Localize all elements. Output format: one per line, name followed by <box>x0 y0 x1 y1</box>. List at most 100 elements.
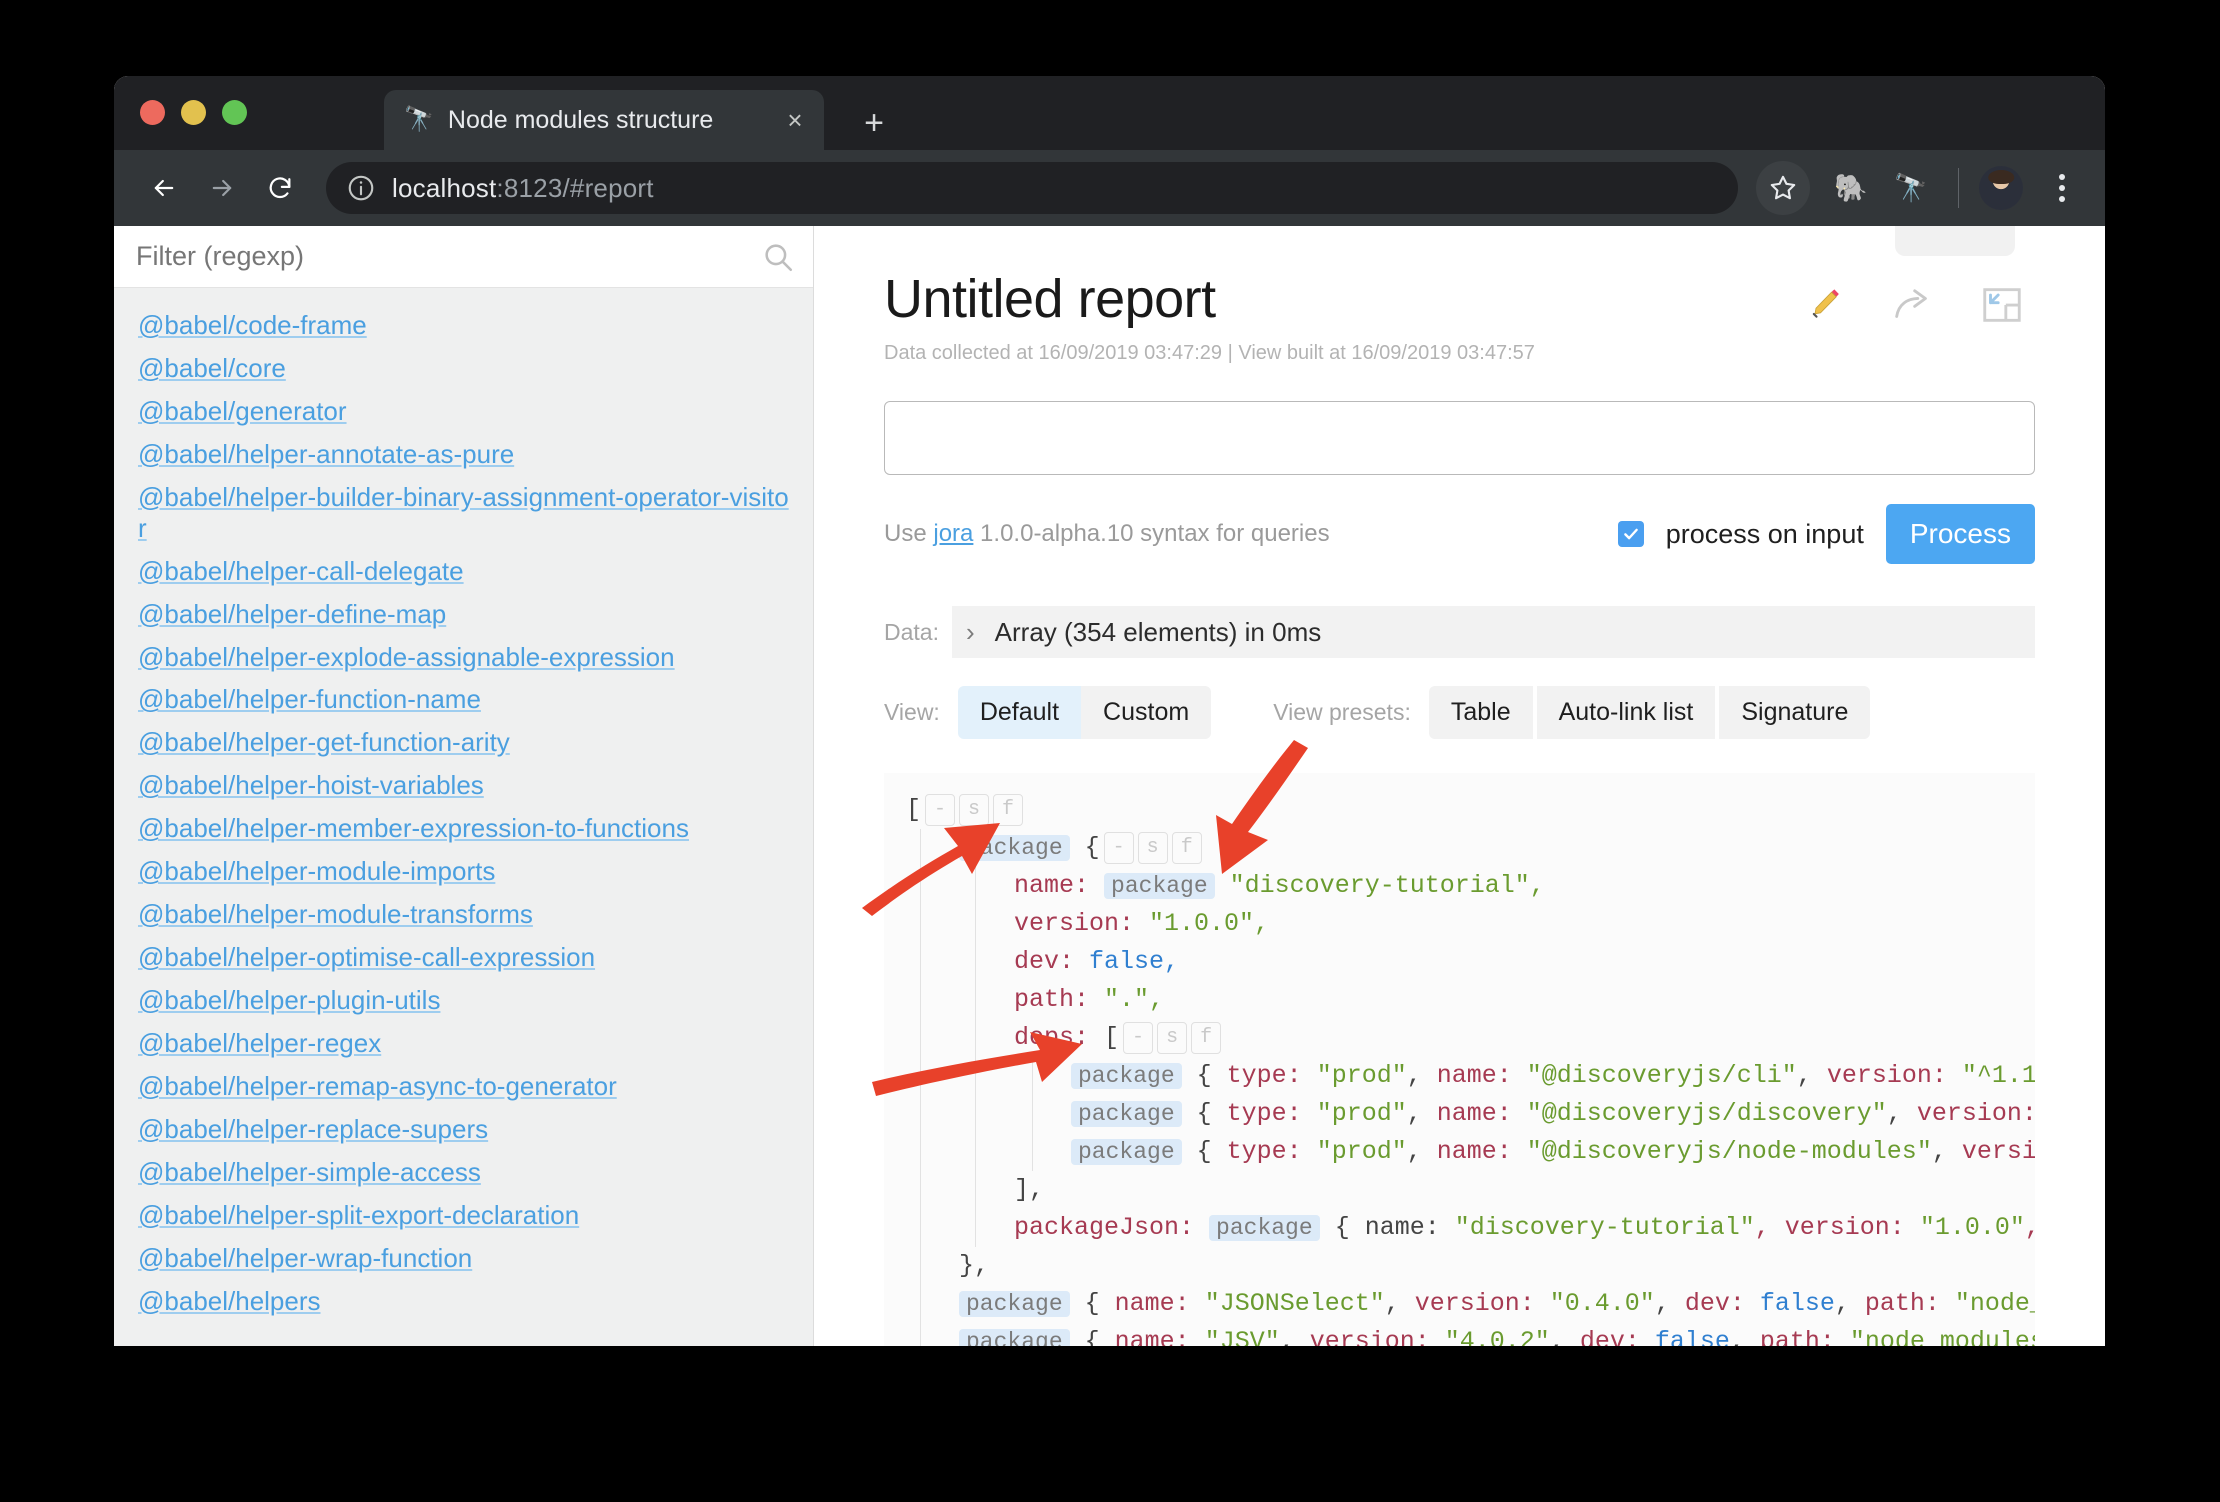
info-icon <box>348 175 374 201</box>
list-item[interactable]: @babel/helper-hoist-variables <box>138 770 789 801</box>
report-timestamps: Data collected at 16/09/2019 03:47:29 | … <box>884 342 1535 364</box>
query-input[interactable] <box>884 401 2035 475</box>
package-badge[interactable]: package <box>959 1329 1070 1346</box>
extension-icon[interactable]: 🐘 <box>1824 172 1878 204</box>
layout-icon[interactable] <box>1979 282 2025 328</box>
struct-dep-row: package { type: "prod", name: "@discover… <box>1071 1133 2035 1171</box>
telescope-extension-icon[interactable]: 🔭 <box>1884 172 1938 204</box>
sort-toggle[interactable]: s <box>1137 832 1168 865</box>
view-presets-group: Table Auto-link list Signature <box>1428 686 1871 739</box>
view-label: View: <box>884 699 940 725</box>
preset-auto-link-list[interactable]: Auto-link list <box>1536 686 1716 739</box>
list-item[interactable]: @babel/helper-replace-supers <box>138 1114 789 1145</box>
list-item[interactable]: @babel/helpers <box>138 1286 789 1317</box>
list-item[interactable]: @babel/helper-call-delegate <box>138 556 789 587</box>
browser-tab[interactable]: 🔭 Node modules structure × <box>384 90 824 150</box>
list-item[interactable]: @babel/helper-member-expression-to-funct… <box>138 813 789 844</box>
package-badge[interactable]: package <box>1071 1063 1182 1089</box>
list-item[interactable]: @babel/helper-function-name <box>138 684 789 715</box>
struct-dep-row: package { type: "prod", name: "@discover… <box>1071 1057 2035 1095</box>
process-on-input-checkbox[interactable] <box>1617 521 1644 547</box>
list-item[interactable]: @babel/helper-module-transforms <box>138 899 789 930</box>
avatar[interactable] <box>1979 166 2023 210</box>
package-badge[interactable]: package <box>959 835 1070 861</box>
collapse-toggle[interactable]: - <box>1123 1022 1154 1055</box>
data-summary-text: Array (354 elements) in 0ms <box>994 616 1322 647</box>
list-item[interactable]: @babel/helper-optimise-call-expression <box>138 942 789 973</box>
process-on-input-label[interactable]: process on input <box>1666 519 1864 550</box>
list-item[interactable]: @babel/helper-simple-access <box>138 1157 789 1188</box>
edit-pencil-icon[interactable] <box>1805 285 1845 325</box>
forward-icon[interactable] <box>196 162 248 214</box>
process-button[interactable]: Process <box>1885 504 2035 564</box>
share-icon[interactable] <box>1889 282 1935 328</box>
list-item[interactable]: @babel/helper-explode-assignable-express… <box>138 642 789 673</box>
package-badge[interactable]: package <box>1104 873 1215 899</box>
filter-toggle[interactable]: f <box>993 794 1024 827</box>
query-area: Use jora 1.0.0-alpha.10 syntax for queri… <box>814 401 2105 564</box>
sort-toggle[interactable]: s <box>959 794 990 827</box>
struct-line-name: name: package "discovery-tutorial", <box>1014 871 1545 900</box>
report-content: Untitled report Data collected at 16/09/… <box>814 226 2105 1346</box>
query-controls: process on input Process <box>1617 504 2035 564</box>
star-icon[interactable] <box>1756 161 1810 215</box>
list-item[interactable]: @babel/helper-plugin-utils <box>138 985 789 1016</box>
collapse-toggle[interactable]: - <box>1103 832 1134 865</box>
list-item[interactable]: @babel/helper-define-map <box>138 599 789 630</box>
filter-toggle[interactable]: f <box>1171 832 1202 865</box>
list-item[interactable]: @babel/helper-remap-async-to-generator <box>138 1071 789 1102</box>
filter-row <box>114 226 813 288</box>
window-controls <box>140 100 247 125</box>
sort-toggle[interactable]: s <box>1157 1022 1188 1055</box>
list-item[interactable]: @babel/helper-module-imports <box>138 856 789 887</box>
list-item[interactable]: @babel/core <box>138 353 789 384</box>
package-badge[interactable]: package <box>1071 1139 1182 1165</box>
list-item[interactable]: @babel/helper-annotate-as-pure <box>138 439 789 470</box>
maximize-window-button[interactable] <box>222 100 247 125</box>
back-icon[interactable] <box>138 162 190 214</box>
list-item[interactable]: @babel/generator <box>138 396 789 427</box>
struct-line-version: version: "1.0.0", <box>1014 909 1270 938</box>
close-window-button[interactable] <box>140 100 165 125</box>
view-row: View: Default Custom View presets: Table… <box>884 686 2035 739</box>
browser-window: 🔭 Node modules structure × + localhost:8… <box>114 76 2105 1346</box>
page-body: @babel/code-frame @babel/core @babel/gen… <box>114 226 2105 1346</box>
view-presets-label: View presets: <box>1273 699 1411 725</box>
tab-default[interactable]: Default <box>957 686 1082 739</box>
package-list: @babel/code-frame @babel/core @babel/gen… <box>114 288 813 1329</box>
preset-signature[interactable]: Signature <box>1719 686 1871 739</box>
package-badge[interactable]: package <box>1209 1215 1320 1241</box>
package-badge[interactable]: package <box>1071 1101 1182 1127</box>
list-item[interactable]: @babel/helper-wrap-function <box>138 1243 789 1274</box>
report-header: Untitled report Data collected at 16/09/… <box>814 226 2105 365</box>
list-item[interactable]: @babel/helper-builder-binary-assignment-… <box>138 482 789 544</box>
list-item[interactable]: @babel/helper-regex <box>138 1028 789 1059</box>
filter-toggle[interactable]: f <box>1191 1022 1222 1055</box>
search-input[interactable] <box>136 241 761 272</box>
tab-custom[interactable]: Custom <box>1081 686 1212 739</box>
toolbar-divider <box>1958 168 1959 208</box>
reload-icon[interactable] <box>254 162 306 214</box>
address-bar[interactable]: localhost:8123/#report <box>326 162 1738 214</box>
list-item[interactable]: @babel/code-frame <box>138 310 789 341</box>
kebab-menu-icon[interactable] <box>2039 174 2085 202</box>
search-icon[interactable] <box>761 240 795 274</box>
data-summary-row: Data: › Array (354 elements) in 0ms <box>884 606 2035 658</box>
list-item[interactable]: @babel/helper-get-function-arity <box>138 727 789 758</box>
package-badge[interactable]: package <box>959 1291 1070 1317</box>
jora-link[interactable]: jora <box>933 520 973 547</box>
struct-line-path: path: ".", <box>1014 985 1165 1014</box>
struct-line-dev: dev: false, <box>1014 947 1180 976</box>
list-item[interactable]: @babel/helper-split-export-declaration <box>138 1200 789 1231</box>
struct-viewer: [- s f package {- s f name: package "discove… <box>884 773 2035 1346</box>
new-tab-button[interactable]: + <box>854 106 894 140</box>
data-summary-bar[interactable]: › Array (354 elements) in 0ms <box>952 606 2035 658</box>
struct-line-deps-close: ], <box>1014 1175 1045 1204</box>
chevron-right-icon[interactable]: › <box>966 617 975 648</box>
close-tab-icon[interactable]: × <box>780 107 810 133</box>
minimize-window-button[interactable] <box>181 100 206 125</box>
preset-table[interactable]: Table <box>1428 686 1533 739</box>
data-label: Data: <box>884 618 939 645</box>
collapse-toggle[interactable]: - <box>925 794 956 827</box>
telescope-icon: 🔭 <box>404 106 434 133</box>
